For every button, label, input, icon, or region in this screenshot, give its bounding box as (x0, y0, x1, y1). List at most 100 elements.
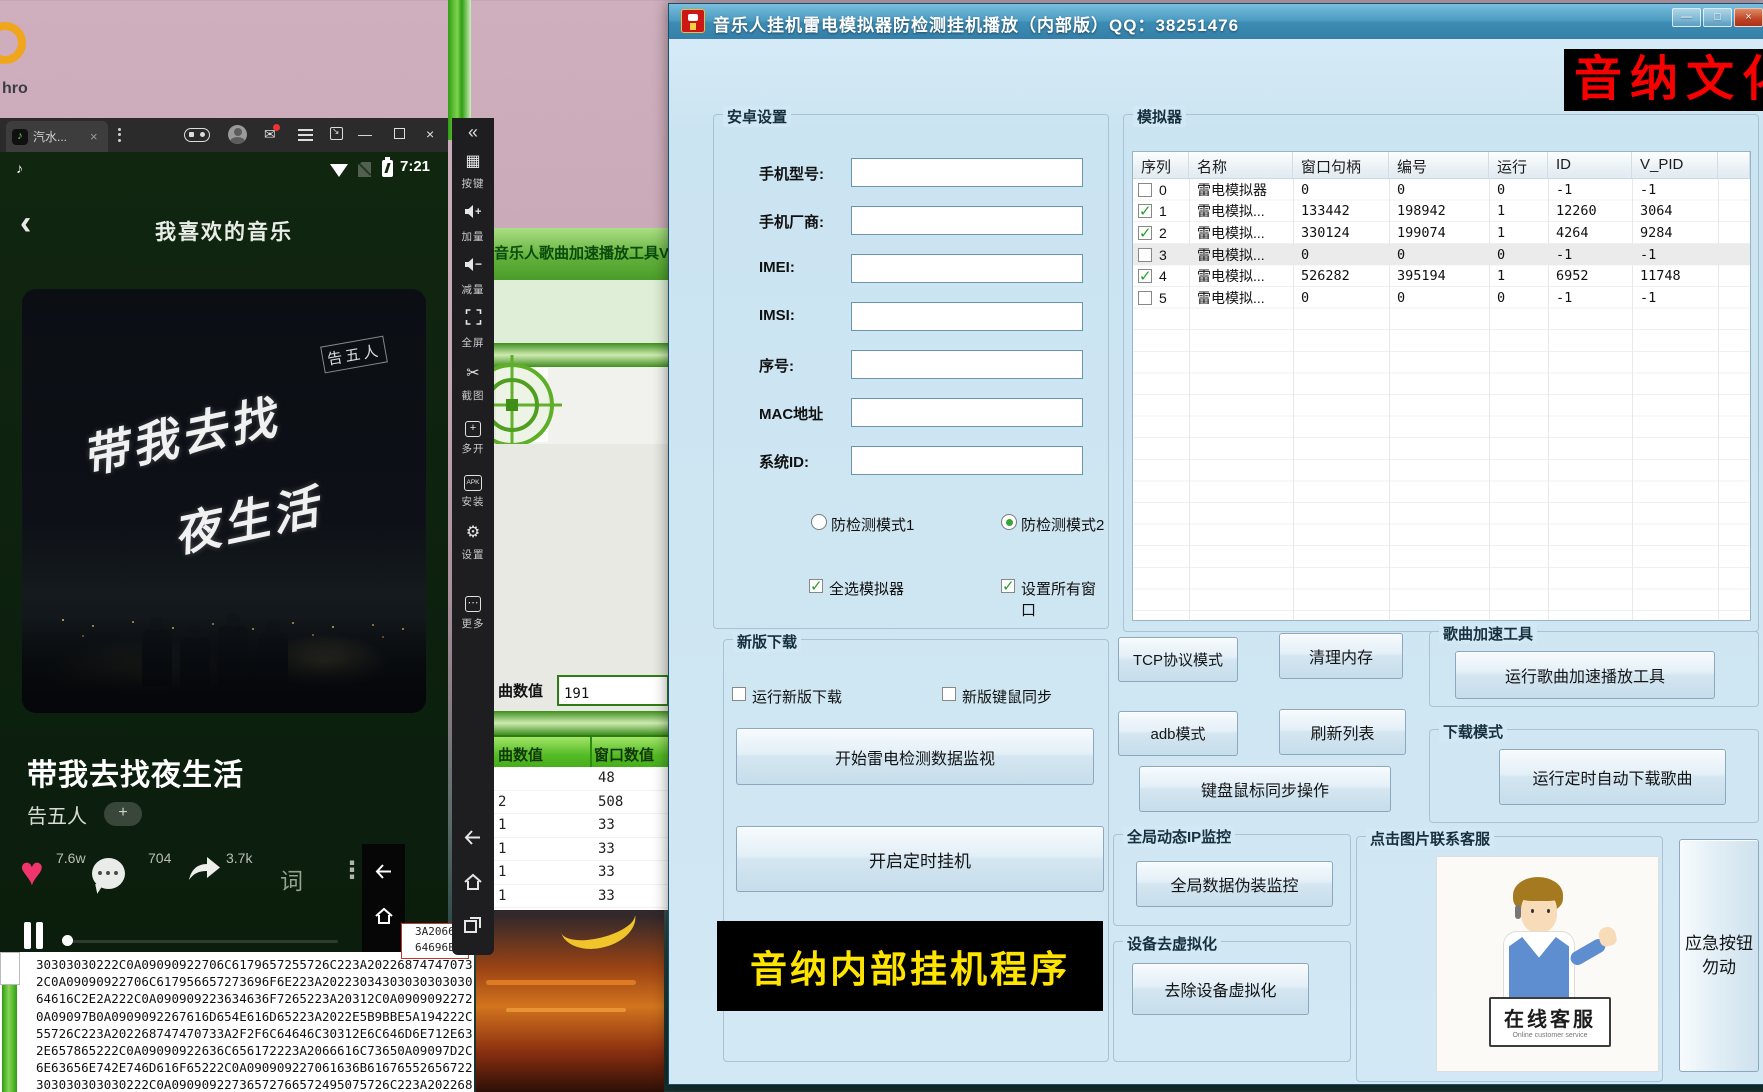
table-row[interactable]: 48 (494, 767, 672, 791)
refresh-list-button[interactable]: 刷新列表 (1279, 709, 1406, 755)
minimize-button[interactable]: — (1672, 8, 1701, 27)
progress-handle[interactable] (62, 935, 73, 946)
global-data-disguise-button[interactable]: 全局数据伪装监控 (1136, 861, 1333, 907)
song-artist[interactable]: 告五人 (27, 800, 87, 829)
toolbar-item[interactable]: ⚙ 设置 (452, 521, 494, 574)
field-input[interactable] (851, 398, 1083, 427)
checkbox-label[interactable]: 运行新版下载 (752, 686, 842, 707)
collapse-toolbar-icon[interactable]: « (452, 122, 494, 143)
toolbar-item[interactable]: APK 安装 (452, 468, 494, 521)
pause-button[interactable] (24, 922, 46, 949)
new-keymouse-sync-checkbox[interactable] (942, 687, 956, 701)
minimize-icon[interactable]: — (358, 126, 372, 142)
table-row[interactable]: 1 33 (494, 885, 672, 909)
tcp-mode-button[interactable]: TCP协议模式 (1118, 637, 1238, 682)
column-header[interactable]: 序列 (1133, 152, 1189, 178)
song-value-input[interactable] (557, 675, 669, 706)
set-all-windows-checkbox[interactable] (1001, 579, 1015, 593)
maximize-button[interactable]: □ (1703, 8, 1732, 27)
adb-mode-button[interactable]: adb模式 (1118, 711, 1238, 756)
main-titlebar[interactable]: 音乐人挂机雷电模拟器防检测挂机播放（内部版）QQ：38251476 — □ × (669, 4, 1763, 39)
checkbox-label[interactable]: 设置所有窗口 (1021, 578, 1108, 620)
emulator-row[interactable]: 4 雷电模拟... 526282 395194 1 6952 11748 (1133, 265, 1750, 287)
toolbar-item[interactable]: ✂ 截图 (452, 362, 494, 415)
close-icon[interactable]: × (426, 126, 434, 142)
row-checkbox[interactable] (1138, 204, 1152, 218)
row-checkbox[interactable] (1138, 183, 1152, 197)
customer-service-image[interactable]: 在线客服 Online customer service (1436, 856, 1659, 1072)
emergency-button[interactable]: 应急按钮 勿动 (1679, 839, 1759, 1072)
follow-button[interactable]: + (104, 802, 142, 826)
anti-detect-mode1-radio[interactable] (811, 514, 827, 530)
radio-label[interactable]: 防检测模式2 (1021, 514, 1104, 535)
table-row[interactable]: 2 508 (494, 791, 672, 815)
column-header[interactable]: ID (1548, 152, 1632, 178)
toolbar-back-icon[interactable] (463, 828, 483, 848)
emulator-row[interactable]: 2 雷电模拟... 330124 199074 1 4264 9284 (1133, 222, 1750, 244)
radio-label[interactable]: 防检测模式1 (831, 514, 914, 535)
select-all-emulators-checkbox[interactable] (809, 579, 823, 593)
android-home-icon[interactable] (374, 906, 394, 926)
resize-icon[interactable] (330, 127, 343, 140)
start-timed-hangup-button[interactable]: 开启定时挂机 (736, 826, 1104, 892)
remove-device-virtualization-button[interactable]: 去除设备虚拟化 (1132, 963, 1309, 1015)
emulator-row[interactable]: 3 雷电模拟... 0 0 0 -1 -1 (1133, 244, 1750, 266)
toolbar-recents-icon[interactable] (463, 915, 483, 935)
column-header[interactable]: 运行 (1489, 152, 1548, 178)
lyrics-button[interactable]: 词 (280, 862, 303, 896)
toolbar-item[interactable]: ▦ 按键 (452, 150, 494, 203)
field-input[interactable] (851, 302, 1083, 331)
album-art[interactable]: 带我去找 夜生活 告五人 (22, 289, 426, 713)
table-row[interactable]: 1 33 (494, 814, 672, 838)
column-header[interactable]: 编号 (1389, 152, 1489, 178)
column-header[interactable]: 名称 (1189, 152, 1293, 178)
row-checkbox[interactable] (1138, 291, 1152, 305)
gamepad-icon[interactable] (184, 128, 210, 142)
row-checkbox[interactable] (1138, 269, 1152, 283)
mail-icon[interactable]: ✉ (264, 126, 276, 143)
keymouse-sync-button[interactable]: 键盘鼠标同步操作 (1139, 766, 1391, 812)
field-input[interactable] (851, 446, 1083, 475)
comment-icon[interactable] (92, 858, 125, 889)
checkbox-label[interactable]: 新版键鼠同步 (962, 686, 1052, 707)
toolbar-item[interactable]: − 减量 (452, 256, 494, 309)
hex-dump-text[interactable]: 30303030222C0A09090922706C6179657255726C… (36, 956, 450, 1092)
field-input[interactable] (851, 350, 1083, 379)
field-input[interactable] (851, 158, 1083, 187)
column-header[interactable]: 窗口句柄 (1293, 152, 1389, 178)
like-heart-icon[interactable]: ♥ (20, 852, 44, 892)
start-detect-monitor-button[interactable]: 开始雷电检测数据监视 (736, 728, 1094, 785)
toolbar-home-icon[interactable] (463, 872, 483, 892)
row-checkbox[interactable] (1138, 226, 1152, 240)
anti-detect-mode2-radio[interactable] (1001, 514, 1017, 530)
emulator-row[interactable]: 1 雷电模拟... 133442 198942 1 12260 3064 (1133, 201, 1750, 223)
toolbar-item[interactable]: + 加量 (452, 203, 494, 256)
share-icon[interactable] (186, 854, 222, 886)
column-header[interactable]: V_PID (1632, 152, 1718, 178)
emulator-row[interactable]: 5 雷电模拟... 0 0 0 -1 -1 (1133, 287, 1750, 309)
menu-icon[interactable] (298, 129, 313, 131)
close-button[interactable]: × (1734, 8, 1763, 27)
android-back-icon[interactable] (374, 862, 394, 882)
checkbox-label[interactable]: 全选模拟器 (829, 578, 904, 599)
emulator-titlebar[interactable]: ♪ 汽水... × ✉ — × (0, 118, 448, 152)
emulator-tab[interactable]: ♪ 汽水... × (6, 121, 108, 152)
more-options-icon[interactable]: ⋮ (340, 856, 364, 885)
run-new-download-checkbox[interactable] (732, 687, 746, 701)
toolbar-item[interactable]: + 多开 (452, 415, 494, 468)
toolbar-item[interactable]: ⋯ 更多 (452, 590, 494, 643)
progress-bar[interactable] (62, 940, 338, 943)
emulator-row[interactable]: 0 雷电模拟器 0 0 0 -1 -1 (1133, 179, 1750, 201)
accel-tool-titlebar[interactable]: 音乐人歌曲加速播放工具V2. (494, 228, 672, 280)
run-song-accel-button[interactable]: 运行歌曲加速播放工具 (1455, 651, 1715, 699)
field-input[interactable] (851, 206, 1083, 235)
table-row[interactable]: 1 33 (494, 838, 672, 862)
row-checkbox[interactable] (1138, 248, 1152, 262)
account-icon[interactable] (228, 125, 247, 144)
run-timed-download-button[interactable]: 运行定时自动下载歌曲 (1499, 749, 1726, 805)
toolbar-item[interactable]: 全屏 (452, 309, 494, 362)
maximize-icon[interactable] (394, 128, 405, 139)
clean-memory-button[interactable]: 清理内存 (1279, 633, 1403, 679)
table-row[interactable]: 1 33 (494, 861, 672, 885)
scrollbar[interactable] (2, 985, 17, 1092)
